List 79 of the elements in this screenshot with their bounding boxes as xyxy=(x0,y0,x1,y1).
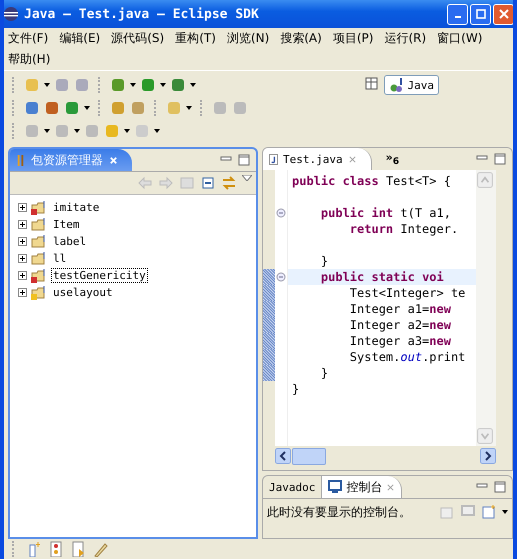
dropdown-icon[interactable] xyxy=(74,129,80,133)
scroll-right-icon[interactable] xyxy=(480,448,496,464)
dropdown-icon[interactable] xyxy=(130,83,136,87)
menu-item[interactable]: 运行(R) xyxy=(384,30,426,47)
expand-icon[interactable] xyxy=(18,288,27,297)
project-item[interactable]: imitate xyxy=(51,200,102,215)
dropdown-icon[interactable] xyxy=(190,83,196,87)
view-menu-icon[interactable] xyxy=(242,175,252,181)
more-tabs-link[interactable]: »$_{6}$ xyxy=(386,150,400,168)
java-perspective-icon xyxy=(388,77,404,93)
fold-icon[interactable] xyxy=(276,208,286,218)
menu-item[interactable]: 窗口(W) xyxy=(437,30,482,47)
close-icon[interactable] xyxy=(386,482,396,492)
scroll-thumb[interactable] xyxy=(292,448,326,465)
project-item[interactable]: testGenericity xyxy=(51,268,148,283)
fold-icon[interactable] xyxy=(276,272,286,282)
menu-item[interactable]: 搜索(A) xyxy=(280,30,322,47)
menu-item[interactable]: 浏览(N) xyxy=(226,30,270,47)
dropdown-icon[interactable] xyxy=(186,106,192,110)
collapse-all-icon[interactable] xyxy=(200,175,216,191)
debug-view-icon[interactable] xyxy=(48,541,64,557)
menu-item[interactable]: 文件(F) xyxy=(8,30,48,47)
maximize-icon[interactable] xyxy=(238,154,250,166)
maximize-icon xyxy=(476,9,486,19)
editor-tab[interactable]: Test.java xyxy=(263,148,372,170)
java-file-icon xyxy=(269,154,278,164)
view-tab[interactable]: 控制台 xyxy=(321,476,402,498)
minimize-icon xyxy=(454,16,460,18)
project-item[interactable]: uselayout xyxy=(51,285,115,300)
close-icon xyxy=(498,9,508,19)
open-perspective-icon[interactable] xyxy=(364,75,380,91)
expand-icon[interactable] xyxy=(18,220,27,229)
code-line: public static voi xyxy=(320,270,444,284)
expand-icon[interactable] xyxy=(18,203,27,212)
dropdown-icon[interactable] xyxy=(160,83,166,87)
link-icon[interactable] xyxy=(221,175,237,191)
maximize-icon[interactable] xyxy=(494,481,506,493)
code-line: } xyxy=(320,366,328,380)
expand-icon[interactable] xyxy=(18,237,27,246)
menu-item[interactable]: 项目(P) xyxy=(332,30,374,47)
maximize-button[interactable] xyxy=(470,4,491,24)
dropdown-icon[interactable] xyxy=(44,129,50,133)
eclipse-logo-icon xyxy=(4,6,19,22)
menu-item[interactable]: 帮助(H) xyxy=(8,51,50,68)
close-icon[interactable] xyxy=(109,154,118,166)
maximize-icon[interactable] xyxy=(494,153,506,165)
dropdown-icon[interactable] xyxy=(124,129,130,133)
minimize-button[interactable] xyxy=(447,4,468,24)
close-button[interactable] xyxy=(493,4,513,24)
new-console-icon[interactable] xyxy=(481,504,497,520)
code-line: public int t(T a1, xyxy=(320,206,451,220)
code-line: } xyxy=(292,382,300,396)
dropdown-icon[interactable] xyxy=(44,83,50,87)
project-item[interactable]: label xyxy=(51,234,88,249)
menu-item[interactable]: 源代码(S) xyxy=(111,30,164,47)
close-icon[interactable] xyxy=(348,154,357,164)
expand-icon[interactable] xyxy=(18,271,27,280)
dropdown-icon[interactable] xyxy=(154,129,160,133)
view-tab[interactable]: Javadoc xyxy=(263,476,322,498)
code-line: public class Test<T> { xyxy=(292,174,451,188)
package-explorer-icon xyxy=(16,154,25,166)
project-item[interactable]: ll xyxy=(51,251,68,266)
perspective-button[interactable]: Java xyxy=(384,75,439,95)
project-item[interactable]: Item xyxy=(51,217,82,232)
code-line: } xyxy=(320,254,328,268)
code-line: System.out.print xyxy=(348,350,466,364)
code-line: Integer a3=new xyxy=(348,334,451,348)
dropdown-icon[interactable] xyxy=(84,106,90,110)
menu-item[interactable]: 重构(T) xyxy=(175,30,216,47)
expand-icon[interactable] xyxy=(18,254,27,263)
dropdown-icon[interactable] xyxy=(502,510,508,514)
menu-item[interactable]: 编辑(E) xyxy=(59,30,100,47)
scroll-left-icon[interactable] xyxy=(275,448,291,464)
code-line: Integer a1=new xyxy=(348,302,451,316)
code-line: return Integer. xyxy=(348,222,458,236)
console-message: 此时没有要显示的控制台。 xyxy=(267,504,411,520)
window-title: Java — Test.java — Eclipse SDK xyxy=(24,6,260,22)
code-line: Integer a2=new xyxy=(348,318,451,332)
code-line: Test<Integer> te xyxy=(348,286,466,300)
